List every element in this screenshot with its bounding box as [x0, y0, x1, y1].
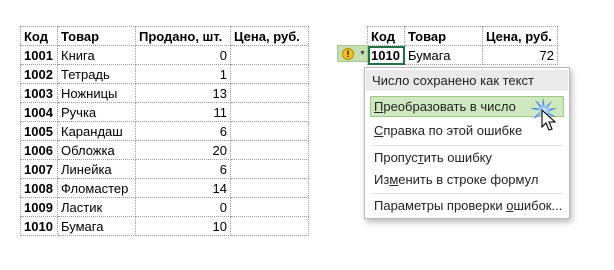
cell-item[interactable]: Тетрадь — [57, 64, 136, 84]
header-item[interactable]: Товар — [404, 26, 483, 46]
menu-item-accesskey: м — [389, 172, 399, 187]
cell-price[interactable] — [230, 83, 309, 103]
cell-sold[interactable]: 0 — [135, 45, 231, 65]
cell-code[interactable]: 1006 — [20, 140, 58, 160]
table-row: 1002 Тетрадь 1 — [20, 64, 309, 84]
cell-code[interactable]: 1003 — [20, 83, 58, 103]
cell-sold[interactable]: 11 — [135, 102, 231, 122]
menu-item-edit-in-formula-bar[interactable]: Изменить в строке формул — [370, 169, 564, 190]
cell-item[interactable]: Ножницы — [57, 83, 136, 103]
menu-item-label: реобразовать в число — [383, 99, 516, 114]
cell-item[interactable]: Фломастер — [57, 178, 136, 198]
chevron-down-icon: ▼ — [359, 50, 366, 57]
cell-price[interactable] — [230, 45, 309, 65]
table-row: 1004 Ручка 11 — [20, 102, 309, 122]
cell-sold[interactable]: 6 — [135, 159, 231, 179]
menu-divider — [371, 145, 563, 146]
cell-sold[interactable]: 10 — [135, 216, 231, 236]
menu-item-accesskey: С — [374, 123, 384, 138]
cell-code[interactable]: 1005 — [20, 121, 58, 141]
error-options-menu: Число сохранено как текст Преобразовать … — [364, 67, 570, 219]
menu-item-label: Из — [374, 172, 390, 187]
error-smart-tag-button[interactable]: ! ▼ — [337, 45, 368, 62]
cell-code[interactable]: 1007 — [20, 159, 58, 179]
products-table: Код Товар Продано, шт. Цена, руб. 1001 К… — [20, 26, 309, 236]
header-price[interactable]: Цена, руб. — [482, 26, 558, 46]
cell-sold[interactable]: 1 — [135, 64, 231, 84]
cell-code[interactable]: 1002 — [20, 64, 58, 84]
menu-item-error-checking-options[interactable]: Параметры проверки ошибок... — [370, 195, 564, 216]
cell-item[interactable]: Книга — [57, 45, 136, 65]
table-row: 1001 Книга 0 — [20, 45, 309, 65]
cell-sold[interactable]: 0 — [135, 197, 231, 217]
header-code[interactable]: Код — [20, 26, 58, 46]
mouse-pointer-icon — [530, 98, 557, 131]
cell-price[interactable] — [230, 216, 309, 236]
cell-item[interactable]: Бумага — [57, 216, 136, 236]
table-header-row: Код Товар Цена, руб. — [367, 26, 558, 46]
cell-item[interactable]: Карандаш — [57, 121, 136, 141]
cell-price[interactable] — [230, 178, 309, 198]
cell-price[interactable]: 72 — [482, 45, 558, 65]
cell-sold[interactable]: 6 — [135, 121, 231, 141]
menu-item-accesskey: П — [374, 99, 384, 114]
table-row: 1008 Фломастер 14 — [20, 178, 309, 198]
cell-price[interactable] — [230, 140, 309, 160]
menu-divider — [371, 193, 563, 194]
menu-item-label: енить в строке формул — [398, 172, 539, 187]
cell-sold[interactable]: 14 — [135, 178, 231, 198]
cell-sold[interactable]: 13 — [135, 83, 231, 103]
cell-code[interactable]: 1001 — [20, 45, 58, 65]
active-cell-code[interactable]: 1010 — [367, 45, 405, 65]
header-sold[interactable]: Продано, шт. — [135, 26, 231, 46]
cell-code[interactable]: 1008 — [20, 178, 58, 198]
cell-price[interactable] — [230, 102, 309, 122]
menu-title: Число сохранено как текст — [366, 70, 568, 91]
table-row: 1006 Обложка 20 — [20, 140, 309, 160]
header-price[interactable]: Цена, руб. — [230, 26, 309, 46]
table-row: 1010 Бумага 10 — [20, 216, 309, 236]
warning-icon: ! — [342, 47, 354, 60]
cell-item[interactable]: Обложка — [57, 140, 136, 160]
header-item[interactable]: Товар — [57, 26, 136, 46]
cell-price[interactable] — [230, 197, 309, 217]
cell-item[interactable]: Линейка — [57, 159, 136, 179]
menu-item-label: шибок... — [513, 198, 563, 213]
menu-item-label: Пропус — [374, 150, 418, 165]
menu-item-label: ить ошибку — [423, 150, 492, 165]
cell-code[interactable]: 1004 — [20, 102, 58, 122]
cell-code[interactable]: 1009 — [20, 197, 58, 217]
menu-item-label: Параметры проверки — [374, 198, 507, 213]
header-code[interactable]: Код — [367, 26, 405, 46]
cell-code[interactable]: 1010 — [20, 216, 58, 236]
menu-item-ignore-error[interactable]: Пропустить ошибку — [370, 147, 564, 168]
menu-item-label: правка по этой ошибке — [383, 123, 523, 138]
lookup-table: Код Товар Цена, руб. 1010 Бумага 72 — [367, 26, 558, 65]
cell-sold[interactable]: 20 — [135, 140, 231, 160]
cell-price[interactable] — [230, 64, 309, 84]
cell-price[interactable] — [230, 121, 309, 141]
cell-item[interactable]: Ручка — [57, 102, 136, 122]
cell-item[interactable]: Бумага — [404, 45, 483, 65]
cell-price[interactable] — [230, 159, 309, 179]
table-row: 1010 Бумага 72 — [367, 45, 558, 65]
table-header-row: Код Товар Продано, шт. Цена, руб. — [20, 26, 309, 46]
table-row: 1003 Ножницы 13 — [20, 83, 309, 103]
table-row: 1009 Ластик 0 — [20, 197, 309, 217]
table-row: 1007 Линейка 6 — [20, 159, 309, 179]
cell-item[interactable]: Ластик — [57, 197, 136, 217]
table-row: 1005 Карандаш 6 — [20, 121, 309, 141]
